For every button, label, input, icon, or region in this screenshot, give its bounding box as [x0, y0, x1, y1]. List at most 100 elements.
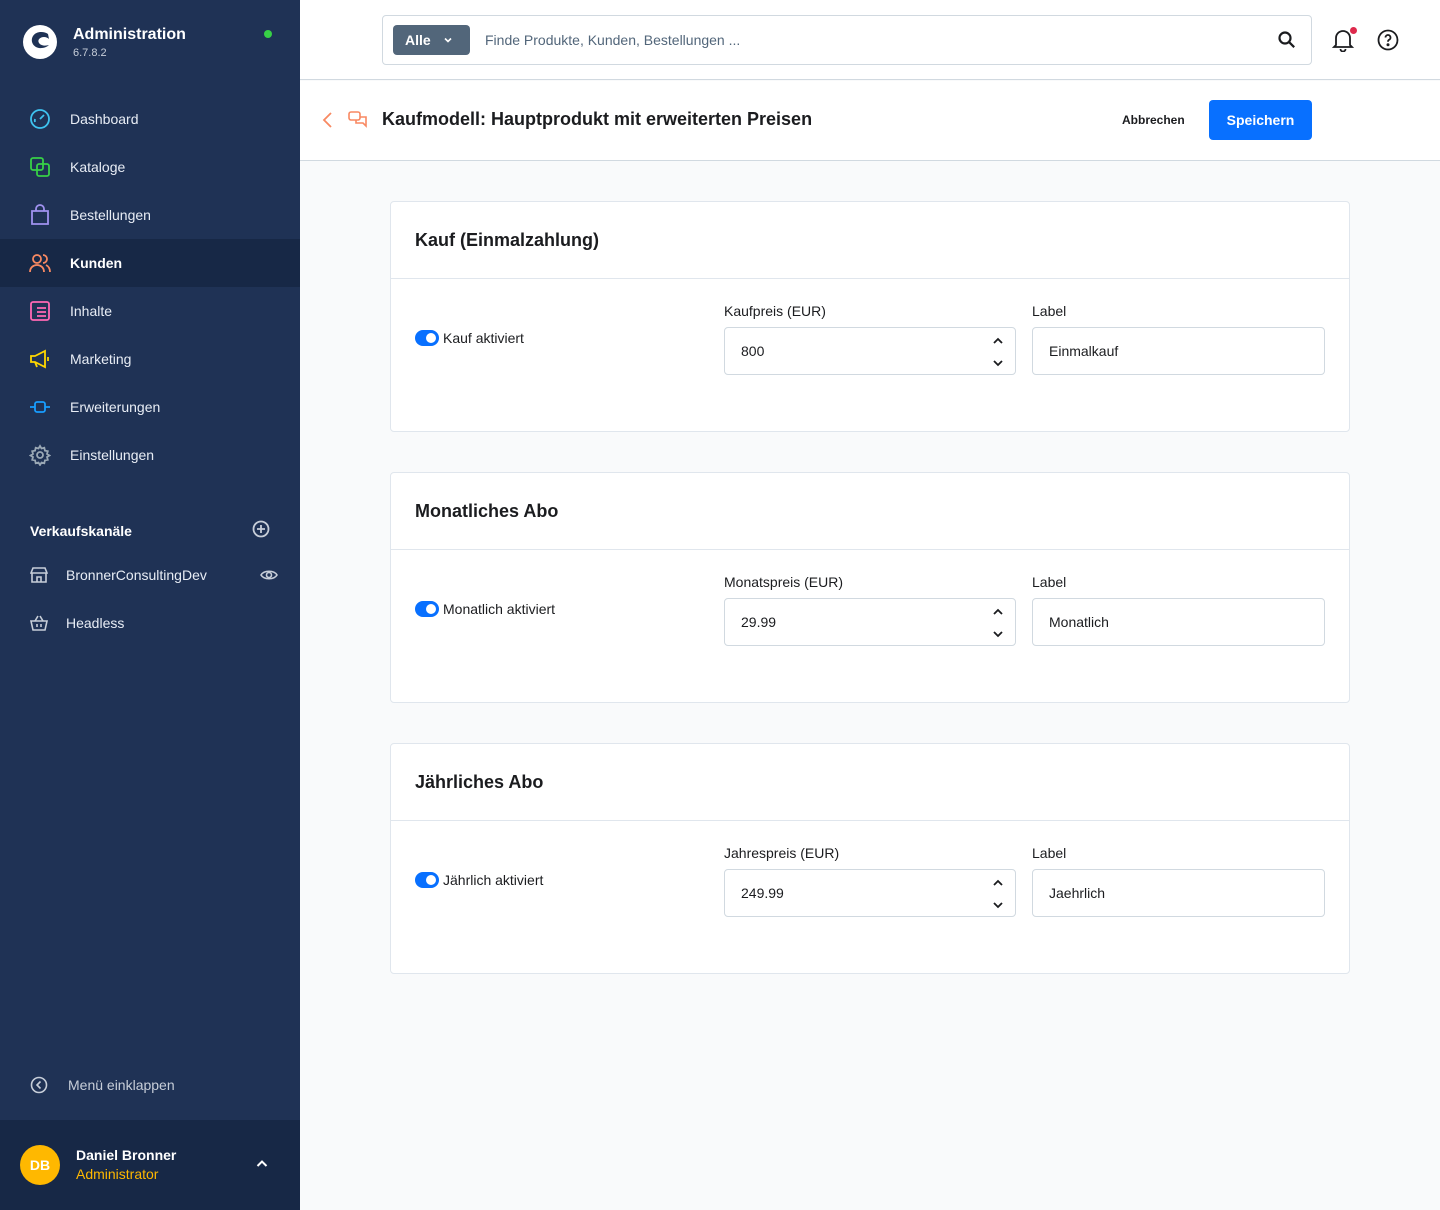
- sidebar: Administration 6.7.8.2 Dashboard Katalog…: [0, 0, 300, 1210]
- search-icon[interactable]: [1277, 30, 1297, 50]
- label-input[interactable]: Jaehrlich: [1032, 869, 1325, 917]
- global-search: Alle: [382, 15, 1312, 65]
- module-comments-icon: [348, 111, 368, 129]
- nav-label: Inhalte: [70, 303, 113, 319]
- plug-icon: [28, 395, 52, 419]
- sales-channels-title: Verkaufskanäle: [30, 522, 132, 539]
- megaphone-icon: [28, 347, 52, 371]
- chevron-down-icon: [443, 35, 453, 45]
- number-stepper: [991, 334, 1005, 370]
- users-icon: [28, 251, 52, 275]
- main-nav: Dashboard Kataloge Bestellungen Kunden I…: [0, 95, 300, 479]
- cancel-button[interactable]: Abbrechen: [1110, 100, 1197, 140]
- toggle-switch[interactable]: [415, 872, 439, 888]
- storefront-icon: [28, 564, 50, 586]
- basket-icon: [28, 612, 50, 634]
- search-type-label: Alle: [405, 32, 431, 48]
- card-title: Jährliches Abo: [391, 744, 1349, 821]
- channel-item-bronnerconsultingdev[interactable]: BronnerConsultingDev: [28, 563, 278, 587]
- nav-item-erweiterungen[interactable]: Erweiterungen: [0, 383, 300, 431]
- user-role: Administrator: [76, 1166, 159, 1182]
- page-title: Kaufmodell: Hauptprodukt mit erweiterten…: [382, 109, 813, 129]
- app-title: Administration: [73, 26, 186, 43]
- eye-icon[interactable]: [260, 566, 278, 587]
- nav-label: Dashboard: [70, 111, 139, 127]
- shopware-logo-icon: [23, 25, 57, 59]
- content-icon: [28, 299, 52, 323]
- channel-label: BronnerConsultingDev: [66, 567, 207, 583]
- chevron-up-icon[interactable]: [254, 1156, 270, 1177]
- label-value: Jaehrlich: [1049, 885, 1106, 901]
- nav-label: Kunden: [70, 255, 123, 271]
- number-stepper: [991, 876, 1005, 912]
- nav-item-bestellungen[interactable]: Bestellungen: [0, 191, 300, 239]
- channel-label: Headless: [66, 615, 125, 631]
- price-value: 800: [741, 343, 765, 359]
- label-field-label: Label: [1032, 574, 1067, 590]
- nav-item-marketing[interactable]: Marketing: [0, 335, 300, 383]
- catalog-icon: [28, 155, 52, 179]
- nav-label: Marketing: [70, 351, 132, 367]
- toggle-label: Jährlich aktiviert: [443, 872, 544, 888]
- sales-channels-header: Verkaufskanäle: [30, 520, 270, 541]
- add-channel-icon[interactable]: [252, 520, 270, 541]
- label-input[interactable]: Monatlich: [1032, 598, 1325, 646]
- card-monthly: Monatliches Abo Monatlich aktiviert Mona…: [390, 472, 1350, 703]
- price-input[interactable]: 800: [724, 327, 1016, 375]
- number-stepper: [991, 605, 1005, 641]
- price-input[interactable]: 29.99: [724, 598, 1016, 646]
- price-value: 29.99: [741, 614, 777, 630]
- avatar: DB: [20, 1145, 60, 1185]
- price-field-label: Jahrespreis (EUR): [724, 845, 840, 861]
- save-button[interactable]: Speichern: [1209, 100, 1312, 140]
- notification-badge: [1350, 27, 1357, 34]
- label-value: Monatlich: [1049, 614, 1109, 630]
- help-icon[interactable]: [1376, 28, 1400, 52]
- toggle-monthly-enabled[interactable]: Monatlich aktiviert: [415, 601, 555, 617]
- chevron-up-icon[interactable]: [991, 334, 1005, 348]
- user-menu[interactable]: DB Daniel Bronner Administrator: [0, 1120, 300, 1210]
- toggle-purchase-enabled[interactable]: Kauf aktiviert: [415, 330, 524, 346]
- nav-label: Kataloge: [70, 159, 126, 175]
- nav-item-kunden[interactable]: Kunden: [0, 239, 300, 287]
- chevron-down-icon[interactable]: [991, 898, 1005, 912]
- nav-item-kataloge[interactable]: Kataloge: [0, 143, 300, 191]
- nav-item-einstellungen[interactable]: Einstellungen: [0, 431, 300, 479]
- toggle-switch[interactable]: [415, 601, 439, 617]
- label-field-label: Label: [1032, 845, 1067, 861]
- search-input[interactable]: [485, 28, 1245, 52]
- dashboard-icon: [28, 107, 52, 131]
- toggle-switch[interactable]: [415, 330, 439, 346]
- channel-item-headless[interactable]: Headless: [28, 611, 278, 635]
- card-title: Kauf (Einmalzahlung): [391, 202, 1349, 279]
- nav-item-inhalte[interactable]: Inhalte: [0, 287, 300, 335]
- chevron-left-circle-icon: [30, 1076, 48, 1094]
- label-input[interactable]: Einmalkauf: [1032, 327, 1325, 375]
- topbar: Alle: [300, 0, 1440, 80]
- toggle-label: Monatlich aktiviert: [443, 601, 556, 617]
- chevron-up-icon[interactable]: [991, 605, 1005, 619]
- label-field-label: Label: [1032, 303, 1067, 319]
- chevron-down-icon[interactable]: [991, 356, 1005, 370]
- chevron-down-icon[interactable]: [991, 627, 1005, 641]
- collapse-menu-button[interactable]: Menü einklappen: [30, 1076, 175, 1094]
- toggle-yearly-enabled[interactable]: Jährlich aktiviert: [415, 872, 543, 888]
- card-yearly: Jährliches Abo Jährlich aktiviert Jahres…: [390, 743, 1350, 974]
- card-purchase: Kauf (Einmalzahlung) Kauf aktiviert Kauf…: [390, 201, 1350, 432]
- status-indicator: [264, 30, 272, 38]
- card-title: Monatliches Abo: [391, 473, 1349, 550]
- nav-item-dashboard[interactable]: Dashboard: [0, 95, 300, 143]
- nav-label: Erweiterungen: [70, 399, 161, 415]
- price-input[interactable]: 249.99: [724, 869, 1016, 917]
- gear-icon: [28, 443, 52, 467]
- price-field-label: Kaufpreis (EUR): [724, 303, 826, 319]
- price-value: 249.99: [741, 885, 784, 901]
- label-value: Einmalkauf: [1049, 343, 1119, 359]
- shopping-bag-icon: [28, 203, 52, 227]
- brand[interactable]: Administration 6.7.8.2: [22, 24, 186, 60]
- chevron-up-icon[interactable]: [991, 876, 1005, 890]
- nav-label: Bestellungen: [70, 207, 151, 223]
- user-name: Daniel Bronner: [76, 1147, 177, 1163]
- back-arrow-icon[interactable]: [320, 111, 336, 129]
- search-type-select[interactable]: Alle: [393, 25, 470, 55]
